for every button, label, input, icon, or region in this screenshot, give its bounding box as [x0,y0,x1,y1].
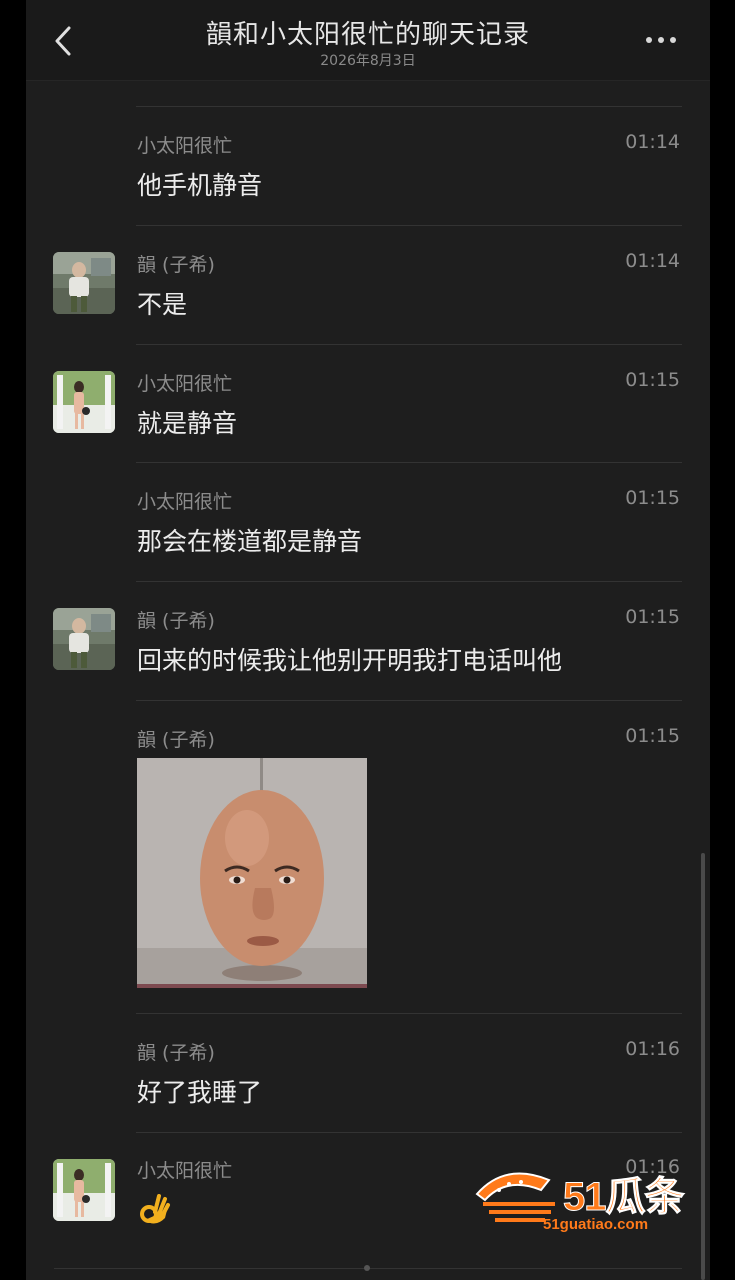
message-text: 那会在楼道都是静音 [137,527,363,556]
message-text: 他手机静音 [137,171,263,200]
top-bar: 韻和小太阳很忙的聊天记录 2026年8月3日 [26,0,710,81]
message-time: 01:15 [625,369,680,391]
message-sender: 韻 (子希) [137,610,215,632]
page-title: 韻和小太阳很忙的聊天记录 [205,20,530,50]
watermark-brand: 51瓜条 [563,1175,685,1220]
message-text: 回来的时候我让他别开明我打电话叫他 [137,646,563,675]
divider [136,225,682,226]
divider [136,462,682,463]
avatar-photo [53,608,115,670]
scroll-indicator-dot [364,1265,370,1271]
avatar-ziyi[interactable] [53,608,115,670]
watermark-url: 51guatiao.com [543,1216,649,1233]
more-button[interactable] [644,30,678,50]
message-time: 01:14 [625,250,680,272]
message-sender: 小太阳很忙 [137,373,233,395]
divider [136,344,682,345]
divider [136,581,682,582]
avatar-ziyi[interactable] [53,252,115,314]
message-time: 01:16 [625,1038,680,1060]
divider [136,700,682,701]
chat-history-screen: 韻和小太阳很忙的聊天记录 2026年8月3日 小太阳很忙 01:14 他手机静音… [26,0,710,1280]
message-text: 好了我睡了 [137,1078,263,1107]
avatar-photo [53,252,115,314]
message-sender: 小太阳很忙 [137,135,233,157]
divider [136,1013,682,1014]
egg-face-sticker[interactable] [137,758,367,988]
message-sender: 小太阳很忙 [137,491,233,513]
sticker-image [137,758,367,988]
message-sender: 韻 (子希) [137,1042,215,1064]
more-dots-icon [646,37,652,43]
message-text: 不是 [137,290,188,319]
scrollbar[interactable] [701,853,705,1280]
watermark: 51瓜条 51guatiao.com [455,1160,685,1240]
message-sender: 韻 (子希) [137,254,215,276]
page-date: 2026年8月3日 [320,53,416,69]
message-row[interactable] [26,0,710,1]
ok-hand-emoji [137,1192,173,1228]
avatar-xiaotaiyang[interactable] [53,1159,115,1221]
message-sender: 小太阳很忙 [137,1160,233,1182]
message-time: 01:15 [625,487,680,509]
message-time: 01:14 [625,131,680,153]
divider [136,106,682,107]
avatar-xiaotaiyang[interactable] [53,371,115,433]
avatar-photo [53,371,115,433]
message-text: 就是静音 [137,409,238,438]
avatar-photo [53,1159,115,1221]
message-sender: 韻 (子希) [137,729,215,751]
divider [136,1132,682,1133]
message-time: 01:15 [625,725,680,747]
message-time: 01:15 [625,606,680,628]
